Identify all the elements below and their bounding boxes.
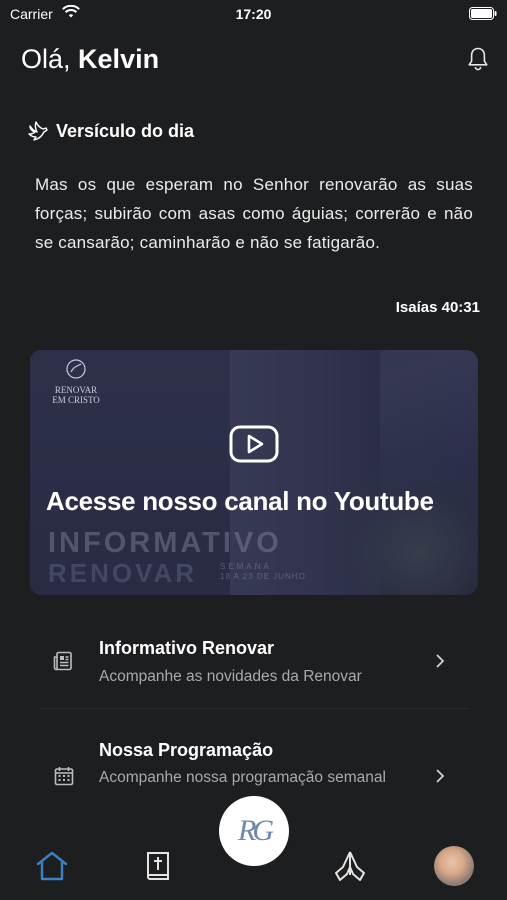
list-item-subtitle: Acompanhe as novidades da Renovar [99, 668, 362, 685]
battery-icon [469, 7, 497, 20]
dove-icon [28, 121, 48, 141]
list-item-title: Informativo Renovar [99, 638, 275, 658]
list-item-subtitle: Acompanhe nossa programação semanal [99, 769, 386, 786]
bible-icon [147, 852, 169, 880]
renovar-logo-icon [66, 359, 86, 379]
center-logo-text: RG [238, 814, 274, 847]
tab-prayer[interactable] [330, 846, 370, 886]
tab-profile-avatar[interactable] [434, 846, 474, 886]
youtube-play-icon[interactable] [229, 425, 279, 463]
verse-reference: Isaías 40:31 [395, 299, 480, 316]
logo-line-2: EM CRISTO [52, 395, 100, 405]
verse-header: Versículo do dia [27, 120, 194, 142]
verse-title: Versículo do dia [56, 120, 195, 141]
status-bar: Carrier 17:20 [0, 0, 507, 28]
chevron-right-icon [436, 654, 445, 668]
youtube-channel-banner[interactable]: INFORMATIVO RENOVAR SEMANA 18 A 23 DE JU… [30, 350, 478, 595]
greeting: Olá, Kelvin [21, 44, 159, 75]
tab-home[interactable] [32, 846, 72, 886]
center-logo-button[interactable]: RG [219, 796, 289, 866]
list-item-title: Nossa Programação [99, 740, 274, 760]
greeting-prefix: Olá, [21, 44, 71, 74]
list-item-informativo[interactable]: Informativo Renovar Acompanhe as novidad… [40, 625, 468, 709]
chevron-right-icon [436, 769, 445, 783]
status-time: 17:20 [235, 6, 272, 22]
tab-bible[interactable] [138, 846, 178, 886]
home-icon [36, 851, 68, 881]
calendar-icon [54, 767, 74, 786]
verse-text: Mas os que esperam no Senhor renovarão a… [35, 175, 473, 252]
newspaper-icon [53, 651, 72, 671]
renovar-logo: RENOVAR EM CRISTO [46, 358, 106, 405]
notifications-bell-icon[interactable] [467, 46, 489, 72]
user-name: Kelvin [78, 44, 160, 74]
youtube-banner-title: Acesse nosso canal no Youtube [46, 486, 434, 516]
logo-line-1: RENOVAR [54, 385, 98, 395]
prayer-hands-icon [335, 851, 365, 881]
